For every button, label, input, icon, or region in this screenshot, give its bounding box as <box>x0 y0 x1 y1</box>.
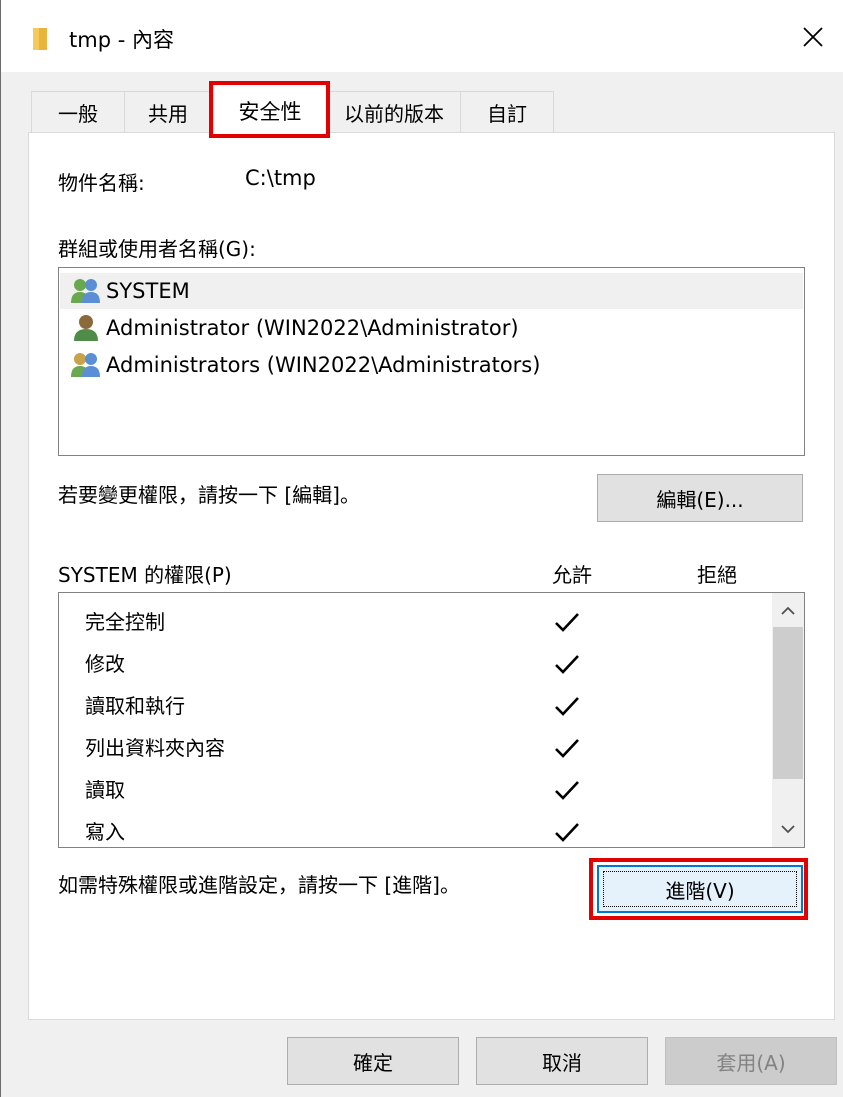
permissions-scrollbar[interactable] <box>772 593 804 847</box>
folder-icon <box>33 28 47 50</box>
permission-name: 寫入 <box>85 820 125 844</box>
checkmark-icon <box>555 613 579 632</box>
cancel-button-label: 取消 <box>542 1050 582 1075</box>
object-name-label: 物件名稱: <box>58 171 145 195</box>
permission-row: 修改 <box>59 641 771 683</box>
chevron-down-icon <box>781 825 795 834</box>
scroll-down-button[interactable] <box>772 815 804 843</box>
list-item[interactable]: SYSTEM <box>60 273 803 309</box>
scroll-thumb[interactable] <box>773 627 803 779</box>
groups-label: 群組或使用者名稱(G): <box>58 237 256 261</box>
ok-button-label: 確定 <box>353 1050 393 1075</box>
permission-row: 列出資料夾內容 <box>59 725 771 767</box>
apply-button[interactable]: 套用(A) <box>665 1037 837 1085</box>
group-users-icon <box>71 279 100 303</box>
apply-button-label: 套用(A) <box>716 1050 786 1075</box>
tab-customize[interactable]: 自訂 <box>460 91 554 133</box>
permission-row: 讀取和執行 <box>59 683 771 725</box>
user-icon <box>74 315 98 341</box>
allow-header: 允許 <box>552 563 592 587</box>
principal-name: Administrator (WIN2022\Administrator) <box>106 316 519 340</box>
deny-header: 拒絕 <box>697 563 737 587</box>
cancel-button[interactable]: 取消 <box>476 1037 648 1085</box>
permission-name: 列出資料夾內容 <box>85 736 225 760</box>
advanced-hint: 如需特殊權限或進階設定，請按一下 [進階]。 <box>58 873 460 897</box>
edit-hint: 若要變更權限，請按一下 [編輯]。 <box>58 483 360 507</box>
checkmark-icon <box>555 739 579 758</box>
tab-label: 以前的版本 <box>344 102 444 126</box>
list-item[interactable]: Administrators (WIN2022\Administrators) <box>60 347 803 383</box>
advanced-button-highlight <box>589 858 808 920</box>
permission-name: 讀取和執行 <box>85 694 185 718</box>
chevron-up-icon <box>781 606 795 615</box>
tab-label: 共用 <box>148 102 188 126</box>
tab-previous-versions[interactable]: 以前的版本 <box>327 91 461 133</box>
ok-button[interactable]: 確定 <box>287 1037 459 1085</box>
principal-name: SYSTEM <box>106 279 190 303</box>
group-users-icon <box>71 353 100 377</box>
edit-button-label: 編輯(E)... <box>656 487 744 512</box>
close-button[interactable] <box>791 14 835 60</box>
tab-label: 自訂 <box>487 102 527 126</box>
list-item[interactable]: Administrator (WIN2022\Administrator) <box>60 310 803 346</box>
permission-name: 完全控制 <box>85 610 165 634</box>
tab-sharing[interactable]: 共用 <box>124 91 212 133</box>
checkmark-icon <box>555 823 579 842</box>
checkmark-icon <box>555 781 579 800</box>
principal-name: Administrators (WIN2022\Administrators) <box>106 353 541 377</box>
principals-list[interactable]: SYSTEM Administrator (WIN2022\Administra… <box>58 267 805 456</box>
tab-label: 一般 <box>58 102 98 126</box>
permission-name: 讀取 <box>85 778 125 802</box>
scroll-up-button[interactable] <box>772 597 804 625</box>
close-icon <box>803 27 823 47</box>
title-bar: tmp - 內容 <box>1 0 843 72</box>
permission-row: 完全控制 <box>59 599 771 641</box>
object-name-value: C:\tmp <box>245 166 316 190</box>
checkmark-icon <box>555 697 579 716</box>
security-tab-highlight <box>209 81 330 138</box>
tab-general[interactable]: 一般 <box>31 91 125 133</box>
checkmark-icon <box>555 655 579 674</box>
window-title: tmp - 內容 <box>69 28 174 52</box>
permission-name: 修改 <box>85 652 125 676</box>
properties-dialog: tmp - 內容 一般 共用 安全性 以前的版本 自訂 物件名稱: C:\tmp… <box>0 0 843 1097</box>
permissions-label: SYSTEM 的權限(P) <box>58 563 232 587</box>
permission-row: 讀取 <box>59 767 771 809</box>
edit-button[interactable]: 編輯(E)... <box>597 474 803 522</box>
permission-row: 寫入 <box>59 809 771 847</box>
permissions-list[interactable]: 完全控制 修改 讀取和執行 列出資料夾內容 讀取 寫入 <box>58 592 805 848</box>
